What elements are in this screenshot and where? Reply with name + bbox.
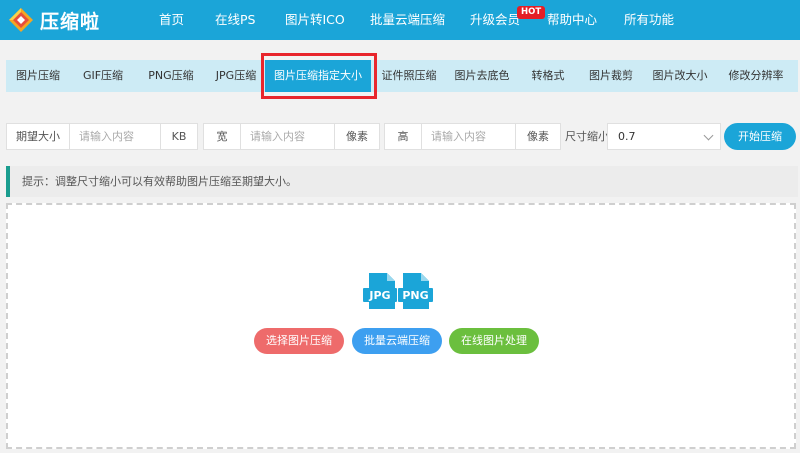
nav-help-center[interactable]: 帮助中心: [547, 0, 597, 40]
file-type-icons: JPG PNG: [363, 273, 433, 309]
tab-image-crop[interactable]: 图片裁剪: [580, 60, 642, 92]
width-label: 宽: [204, 124, 241, 149]
height-unit: 像素: [515, 124, 560, 149]
logo[interactable]: 压缩啦: [8, 6, 100, 34]
tab-remove-background[interactable]: 图片去底色: [447, 60, 517, 92]
tab-image-compress[interactable]: 图片压缩: [6, 60, 70, 92]
width-input[interactable]: [241, 124, 336, 149]
png-icon-text: PNG: [402, 289, 428, 302]
nav-online-ps[interactable]: 在线PS: [215, 0, 255, 40]
brand-name: 压缩啦: [40, 10, 101, 33]
tab-change-resolution[interactable]: 修改分辨率: [718, 60, 794, 92]
expected-size-input[interactable]: [70, 124, 164, 149]
active-tab-highlight-box: [261, 53, 377, 99]
scale-select[interactable]: 0.7: [607, 123, 721, 150]
expected-size-unit: KB: [160, 124, 197, 149]
nav-batch-cloud-compress[interactable]: 批量云端压缩: [370, 0, 445, 40]
hot-badge: HOT: [517, 6, 546, 19]
logo-icon: [8, 7, 34, 33]
scale-label: 尺寸缩小: [565, 130, 609, 143]
height-input[interactable]: [422, 124, 517, 149]
select-image-compress-button[interactable]: 选择图片压缩: [254, 328, 344, 354]
online-image-process-button[interactable]: 在线图片处理: [449, 328, 539, 354]
chevron-down-icon: [703, 130, 714, 141]
width-unit: 像素: [334, 124, 379, 149]
expected-size-label: 期望大小: [7, 124, 70, 149]
batch-cloud-compress-button[interactable]: 批量云端压缩: [352, 328, 442, 354]
expected-size-field: 期望大小 KB: [6, 123, 198, 150]
height-field: 高 像素: [384, 123, 561, 150]
tab-convert-format[interactable]: 转格式: [522, 60, 574, 92]
tip-text: 提示：调整尺寸缩小可以有效帮助图片压缩至期望大小。: [22, 175, 297, 188]
nav-upgrade-vip[interactable]: 升级会员: [470, 0, 520, 40]
tip-banner: 提示：调整尺寸缩小可以有效帮助图片压缩至期望大小。: [6, 166, 798, 197]
tab-id-photo-compress[interactable]: 证件照压缩: [374, 60, 444, 92]
jpg-png-file-icon: JPG PNG: [363, 273, 433, 309]
tool-tabs: 图片压缩 GIF压缩 PNG压缩 JPG压缩 图片压缩指定大小 证件照压缩 图片…: [6, 60, 798, 92]
scale-value: 0.7: [618, 130, 636, 143]
width-field: 宽 像素: [203, 123, 380, 150]
tab-gif-compress[interactable]: GIF压缩: [72, 60, 134, 92]
nav-image-to-ico[interactable]: 图片转ICO: [285, 0, 345, 40]
tab-png-compress[interactable]: PNG压缩: [136, 60, 206, 92]
tab-resize-image[interactable]: 图片改大小: [646, 60, 714, 92]
height-label: 高: [385, 124, 422, 149]
jpg-icon-text: JPG: [368, 289, 390, 302]
nav-home[interactable]: 首页: [159, 0, 184, 40]
tab-jpg-compress[interactable]: JPG压缩: [208, 60, 264, 92]
start-compress-button[interactable]: 开始压缩: [724, 123, 796, 150]
nav-all-features[interactable]: 所有功能: [624, 0, 674, 40]
top-navbar: 压缩啦 首页 在线PS 图片转ICO 批量云端压缩 升级会员 HOT 帮助中心 …: [0, 0, 800, 40]
upload-dropzone[interactable]: [6, 203, 796, 449]
